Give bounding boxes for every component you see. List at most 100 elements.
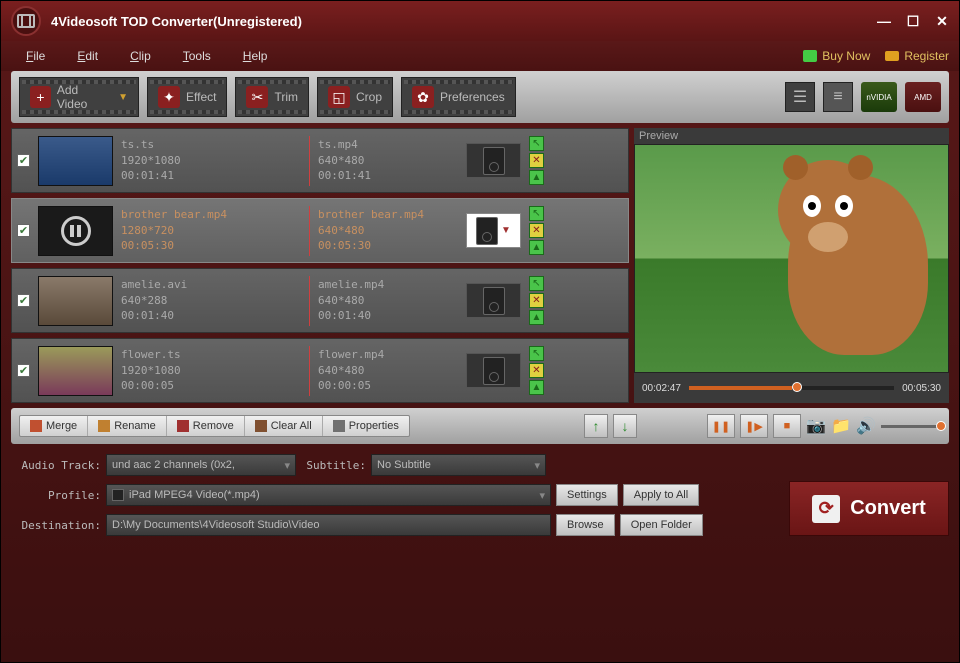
window-title: 4Videosoft TOD Converter(Unregistered) <box>51 14 877 29</box>
separator <box>309 276 310 326</box>
source-info: amelie.avi640*28800:01:40 <box>121 277 301 323</box>
total-time: 00:05:30 <box>902 383 941 394</box>
crop-button[interactable]: ◱ Crop <box>317 77 393 117</box>
apply-to-all-button[interactable]: Apply to All <box>623 484 699 506</box>
output-info: flower.mp4640*48000:00:05 <box>318 347 458 393</box>
close-button[interactable]: ✕ <box>935 14 949 28</box>
x-icon <box>177 420 189 432</box>
list-view-button[interactable]: ☰ <box>785 82 815 112</box>
timeline: 00:02:47 00:05:30 <box>634 373 949 403</box>
detail-view-button[interactable]: ≡ <box>823 82 853 112</box>
subtitle-select[interactable]: No Subtitle <box>371 454 546 476</box>
row-remove-button[interactable]: ✕ <box>529 153 544 168</box>
gear-icon: ✿ <box>412 86 434 108</box>
file-checkbox[interactable]: ✔ <box>17 154 30 167</box>
convert-button[interactable]: ⟳ Convert <box>789 481 949 536</box>
maximize-button[interactable]: ☐ <box>906 14 920 28</box>
file-checkbox[interactable]: ✔ <box>17 224 30 237</box>
effect-button[interactable]: ✦ Effect <box>147 77 227 117</box>
minimize-button[interactable]: — <box>877 14 891 28</box>
menu-edit[interactable]: Edit <box>62 45 113 67</box>
row-expand-button[interactable]: ↖ <box>529 276 544 291</box>
file-row[interactable]: ✔ts.ts1920*108000:01:41ts.mp4640*48000:0… <box>11 128 629 193</box>
chevron-down-icon: ▼ <box>501 225 511 236</box>
volume-icon: 🔊 <box>856 418 876 434</box>
ipad-icon <box>483 147 505 175</box>
move-down-button[interactable]: ↓ <box>613 414 637 438</box>
menu-file[interactable]: File <box>11 45 60 67</box>
profile-label: Profile: <box>11 489 101 502</box>
ipad-icon <box>483 287 505 315</box>
buy-now-link[interactable]: Buy Now <box>803 49 870 63</box>
file-row[interactable]: ✔flower.ts1920*108000:00:05flower.mp4640… <box>11 338 629 403</box>
preview-panel: Preview 00:02:47 00:05:30 <box>634 128 949 403</box>
output-device-select[interactable] <box>466 353 521 388</box>
preview-video[interactable] <box>634 144 949 373</box>
buy-now-label: Buy Now <box>822 49 870 63</box>
row-up-button[interactable]: ▲ <box>529 240 544 255</box>
source-info: brother bear.mp41280*72000:05:30 <box>121 207 301 253</box>
row-up-button[interactable]: ▲ <box>529 380 544 395</box>
file-row[interactable]: ✔brother bear.mp41280*72000:05:30brother… <box>11 198 629 263</box>
settings-area: Audio Track: und aac 2 channels (0x2, Su… <box>11 454 949 536</box>
stop-button[interactable]: ■ <box>773 414 801 438</box>
row-expand-button[interactable]: ↖ <box>529 206 544 221</box>
preferences-label: Preferences <box>440 90 505 104</box>
ipad-icon <box>476 217 498 245</box>
output-device-select[interactable] <box>466 283 521 318</box>
titlebar: 4Videosoft TOD Converter(Unregistered) —… <box>1 1 959 41</box>
row-expand-button[interactable]: ↖ <box>529 136 544 151</box>
row-remove-button[interactable]: ✕ <box>529 293 544 308</box>
add-video-button[interactable]: + Add Video ▼ <box>19 77 139 117</box>
file-thumbnail <box>38 206 113 256</box>
browse-button[interactable]: Browse <box>556 514 615 536</box>
output-device-select[interactable] <box>466 143 521 178</box>
trim-label: Trim <box>274 90 298 104</box>
settings-button[interactable]: Settings <box>556 484 618 506</box>
rename-button[interactable]: Rename <box>88 416 167 436</box>
merge-button[interactable]: Merge <box>20 416 88 436</box>
file-checkbox[interactable]: ✔ <box>17 294 30 307</box>
move-up-button[interactable]: ↑ <box>584 414 608 438</box>
preferences-button[interactable]: ✿ Preferences <box>401 77 516 117</box>
open-snapshot-folder-button[interactable]: 📁 <box>831 418 851 434</box>
audio-track-select[interactable]: und aac 2 channels (0x2, <box>106 454 296 476</box>
row-expand-button[interactable]: ↖ <box>529 346 544 361</box>
open-folder-button[interactable]: Open Folder <box>620 514 703 536</box>
pause-button[interactable]: ❚❚ <box>707 414 735 438</box>
menu-tools[interactable]: Tools <box>168 45 226 67</box>
app-logo <box>11 6 41 36</box>
list-toolbar-group: Merge Rename Remove Clear All Properties <box>19 415 410 437</box>
seek-slider[interactable] <box>689 386 894 390</box>
effect-label: Effect <box>186 90 216 104</box>
snapshot-button[interactable]: 📷 <box>806 418 826 434</box>
register-link[interactable]: Register <box>885 49 949 63</box>
row-remove-button[interactable]: ✕ <box>529 363 544 378</box>
properties-button[interactable]: Properties <box>323 416 409 436</box>
trim-button[interactable]: ✂ Trim <box>235 77 309 117</box>
clear-all-button[interactable]: Clear All <box>245 416 323 436</box>
chevron-down-icon: ▼ <box>118 92 128 103</box>
merge-icon <box>30 420 42 432</box>
subtitle-label: Subtitle: <box>301 459 366 472</box>
row-remove-button[interactable]: ✕ <box>529 223 544 238</box>
register-label: Register <box>904 49 949 63</box>
output-device-select[interactable]: ▼ <box>466 213 521 248</box>
file-thumbnail <box>38 346 113 396</box>
destination-input[interactable]: D:\My Documents\4Videosoft Studio\Video <box>106 514 551 536</box>
output-info: ts.mp4640*48000:01:41 <box>318 137 458 183</box>
profile-select[interactable]: iPad MPEG4 Video(*.mp4) <box>106 484 551 506</box>
audio-track-label: Audio Track: <box>11 459 101 472</box>
menu-help[interactable]: Help <box>228 45 283 67</box>
current-time: 00:02:47 <box>642 383 681 394</box>
volume-slider[interactable] <box>881 425 941 428</box>
menu-clip[interactable]: Clip <box>115 45 166 67</box>
row-up-button[interactable]: ▲ <box>529 310 544 325</box>
content-area: ✔ts.ts1920*108000:01:41ts.mp4640*48000:0… <box>11 128 949 403</box>
file-checkbox[interactable]: ✔ <box>17 364 30 377</box>
remove-button[interactable]: Remove <box>167 416 245 436</box>
file-row[interactable]: ✔amelie.avi640*28800:01:40amelie.mp4640*… <box>11 268 629 333</box>
row-up-button[interactable]: ▲ <box>529 170 544 185</box>
separator <box>309 136 310 186</box>
step-button[interactable]: ❚▶ <box>740 414 768 438</box>
